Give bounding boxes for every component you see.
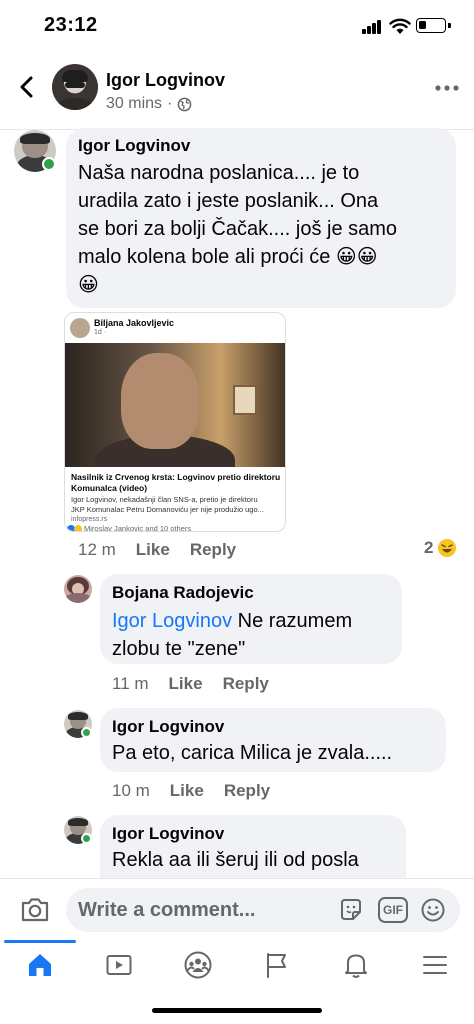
status-time: 23:12 xyxy=(44,14,98,36)
author-avatar[interactable] xyxy=(52,64,98,110)
reply-text-part: Ne razumem xyxy=(232,610,353,632)
online-status-dot xyxy=(81,727,92,738)
haha-reaction-icon xyxy=(438,539,457,557)
reply-button[interactable]: Reply xyxy=(224,781,270,801)
tab-pages[interactable] xyxy=(237,940,316,990)
reply-text: Igor Logvinov Ne razumem xyxy=(112,607,390,635)
comment-bubble[interactable]: Igor Logvinov Naša narodna poslanica....… xyxy=(66,128,456,308)
shared-reactions-text: Miroslav Jankovic and 10 others xyxy=(84,524,192,532)
reply-time: 11 m xyxy=(112,674,149,693)
status-bar: 23:12 xyxy=(0,0,474,52)
reply-avatar[interactable] xyxy=(64,575,92,603)
gif-icon[interactable]: GIF xyxy=(378,897,408,923)
like-button[interactable]: Like xyxy=(169,674,203,694)
reply-bubble[interactable]: Bojana Radojevic Igor Logvinov Ne razume… xyxy=(100,574,402,664)
reply-button[interactable]: Reply xyxy=(190,540,236,560)
like-button[interactable]: Like xyxy=(170,781,204,801)
globe-icon xyxy=(178,97,192,111)
menu-icon xyxy=(422,956,447,974)
shared-video-thumbnail xyxy=(65,343,285,467)
wifi-icon xyxy=(389,18,411,34)
comment-author[interactable]: Igor Logvinov xyxy=(78,136,444,156)
author-name[interactable]: Igor Logvinov xyxy=(106,70,225,91)
home-indicator xyxy=(152,1008,322,1013)
comment-input[interactable] xyxy=(78,896,328,924)
tab-menu[interactable] xyxy=(395,940,474,990)
watch-icon xyxy=(106,955,131,975)
reaction-count[interactable]: 2 xyxy=(424,538,457,558)
shared-post-image[interactable]: Biljana Jakovljevic 1d · Nasilnik iz Crv… xyxy=(64,312,286,532)
online-status-dot xyxy=(42,157,56,171)
shared-desc-line: Igor Logvinov, nekadašnji član SNS-a, pr… xyxy=(71,495,258,504)
battery-icon xyxy=(416,18,446,33)
shared-author-name: Biljana Jakovljevic xyxy=(94,318,175,328)
reply-button[interactable]: Reply xyxy=(223,674,269,694)
sticker-icon[interactable] xyxy=(338,897,364,923)
battery-cap xyxy=(448,23,451,28)
post-header: Igor Logvinov 30 mins · xyxy=(0,52,474,130)
tab-watch[interactable] xyxy=(79,940,158,990)
meta-separator: · xyxy=(167,95,173,112)
haha-reaction-icon xyxy=(74,524,82,531)
reply-actions: 10 m Like Reply xyxy=(112,781,270,801)
reply-bubble[interactable]: Igor Logvinov Pa eto, carica Milica je z… xyxy=(100,708,446,772)
shared-domain: infopress.rs xyxy=(71,516,108,523)
comment-composer: GIF xyxy=(0,878,474,940)
like-button[interactable]: Like xyxy=(136,540,170,560)
bottom-tab-bar xyxy=(0,940,474,990)
comment-text-line: se bori za bolji Čačak.... još je samo xyxy=(78,218,398,240)
comment-text-line: malo kolena bole ali proći će 😀😀 xyxy=(78,246,378,268)
more-options-icon[interactable] xyxy=(432,82,462,94)
comment-text-line: uradila zato i jeste poslanik... Ona xyxy=(78,190,379,212)
reply-author[interactable]: Bojana Radojevic xyxy=(112,583,390,603)
comment-time: 12 m xyxy=(78,540,116,559)
reply-actions: 11 m Like Reply xyxy=(112,674,269,694)
online-status-dot xyxy=(81,833,92,844)
tab-notifications[interactable] xyxy=(316,940,395,990)
groups-icon xyxy=(184,951,211,979)
reply-text-line: zlobu te "zene" xyxy=(112,638,246,660)
shared-description: Igor Logvinov, nekadašnji član SNS-a, pr… xyxy=(71,495,283,515)
reply-text: Pa eto, carica Milica je zvala..... xyxy=(112,742,393,764)
shared-desc-line: JKP Komunalac Petru Domanoviću jer nije … xyxy=(71,505,264,514)
reply-author[interactable]: Igor Logvinov xyxy=(112,824,394,844)
emoji-icon[interactable] xyxy=(420,897,446,923)
pages-flag-icon xyxy=(266,953,286,978)
comment-input-wrapper: GIF xyxy=(66,888,460,932)
shared-time: 1d · xyxy=(94,329,107,336)
camera-icon[interactable] xyxy=(20,895,50,923)
comment-text-line: 😀 xyxy=(78,274,99,296)
back-chevron-icon[interactable] xyxy=(12,72,42,102)
reaction-count-number: 2 xyxy=(424,538,434,557)
mention-link[interactable]: Igor Logvinov xyxy=(112,610,232,632)
shared-reactions: Miroslav Jankovic and 10 others xyxy=(67,524,192,532)
tab-groups[interactable] xyxy=(158,940,237,990)
reply-time: 10 m xyxy=(112,781,150,800)
home-icon xyxy=(28,954,51,976)
cellular-signal-icon xyxy=(362,20,382,34)
comment-actions: 12 m Like Reply xyxy=(78,540,236,560)
reply-author[interactable]: Igor Logvinov xyxy=(112,717,434,737)
post-meta: 30 mins · xyxy=(106,95,192,113)
post-time: 30 mins xyxy=(106,95,163,112)
notifications-bell-icon xyxy=(344,954,367,978)
comment-text-line: Naša narodna poslanica.... je to xyxy=(78,162,360,184)
reply-text-line: Rekla aa ili šeruj ili od posla xyxy=(112,849,359,871)
tab-home[interactable] xyxy=(0,940,79,990)
shared-author-avatar xyxy=(70,318,90,338)
shared-headline: Nasilnik iz Crvenog krsta: Logvinov pret… xyxy=(71,472,281,493)
